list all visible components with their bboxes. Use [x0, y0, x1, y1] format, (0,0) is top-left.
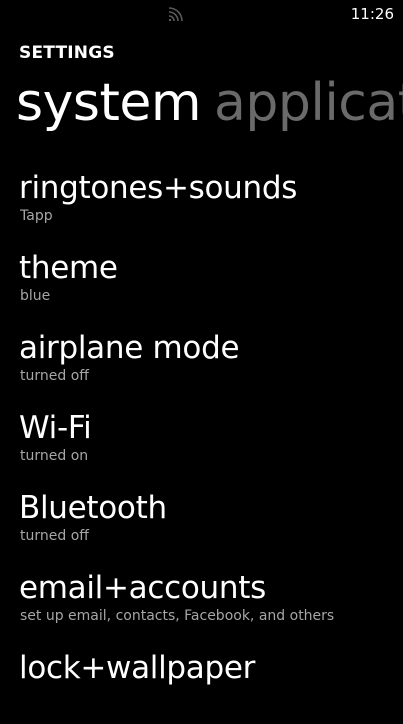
settings-item-title: airplane mode	[19, 330, 240, 366]
pivot: system applicat	[0, 70, 403, 140]
settings-item-lock-wallpaper[interactable]: lock+wallpaper	[0, 644, 403, 724]
settings-item-subtitle: set up email, contacts, Facebook, and ot…	[20, 608, 335, 624]
settings-item-subtitle: turned off	[20, 368, 89, 384]
settings-item-wifi[interactable]: Wi-Fi turned on	[0, 404, 403, 484]
pivot-header-system[interactable]: system	[16, 70, 202, 136]
settings-item-theme[interactable]: theme blue	[0, 244, 403, 324]
settings-item-email-accounts[interactable]: email+accounts set up email, contacts, F…	[0, 564, 403, 644]
settings-item-subtitle: blue	[20, 288, 51, 304]
settings-item-title: theme	[19, 250, 118, 286]
settings-item-ringtones-sounds[interactable]: ringtones+sounds Tapp	[0, 164, 403, 244]
settings-item-title: Wi-Fi	[19, 410, 92, 446]
settings-list: ringtones+sounds Tapp theme blue airplan…	[0, 164, 403, 724]
settings-item-subtitle: turned on	[20, 448, 89, 464]
status-bar: 11:26	[0, 0, 403, 28]
settings-item-airplane-mode[interactable]: airplane mode turned off	[0, 324, 403, 404]
app-title: SETTINGS	[19, 43, 115, 63]
settings-item-subtitle: Tapp	[20, 208, 53, 224]
clock: 11:26	[350, 5, 394, 23]
settings-item-title: email+accounts	[19, 570, 266, 606]
settings-item-bluetooth[interactable]: Bluetooth turned off	[0, 484, 403, 564]
wifi-signal-icon	[168, 7, 183, 22]
settings-item-title: ringtones+sounds	[19, 170, 298, 206]
settings-item-title: lock+wallpaper	[19, 650, 256, 686]
settings-item-subtitle: turned off	[20, 528, 89, 544]
settings-item-title: Bluetooth	[19, 490, 167, 526]
pivot-header-applications[interactable]: applicat	[214, 70, 403, 136]
